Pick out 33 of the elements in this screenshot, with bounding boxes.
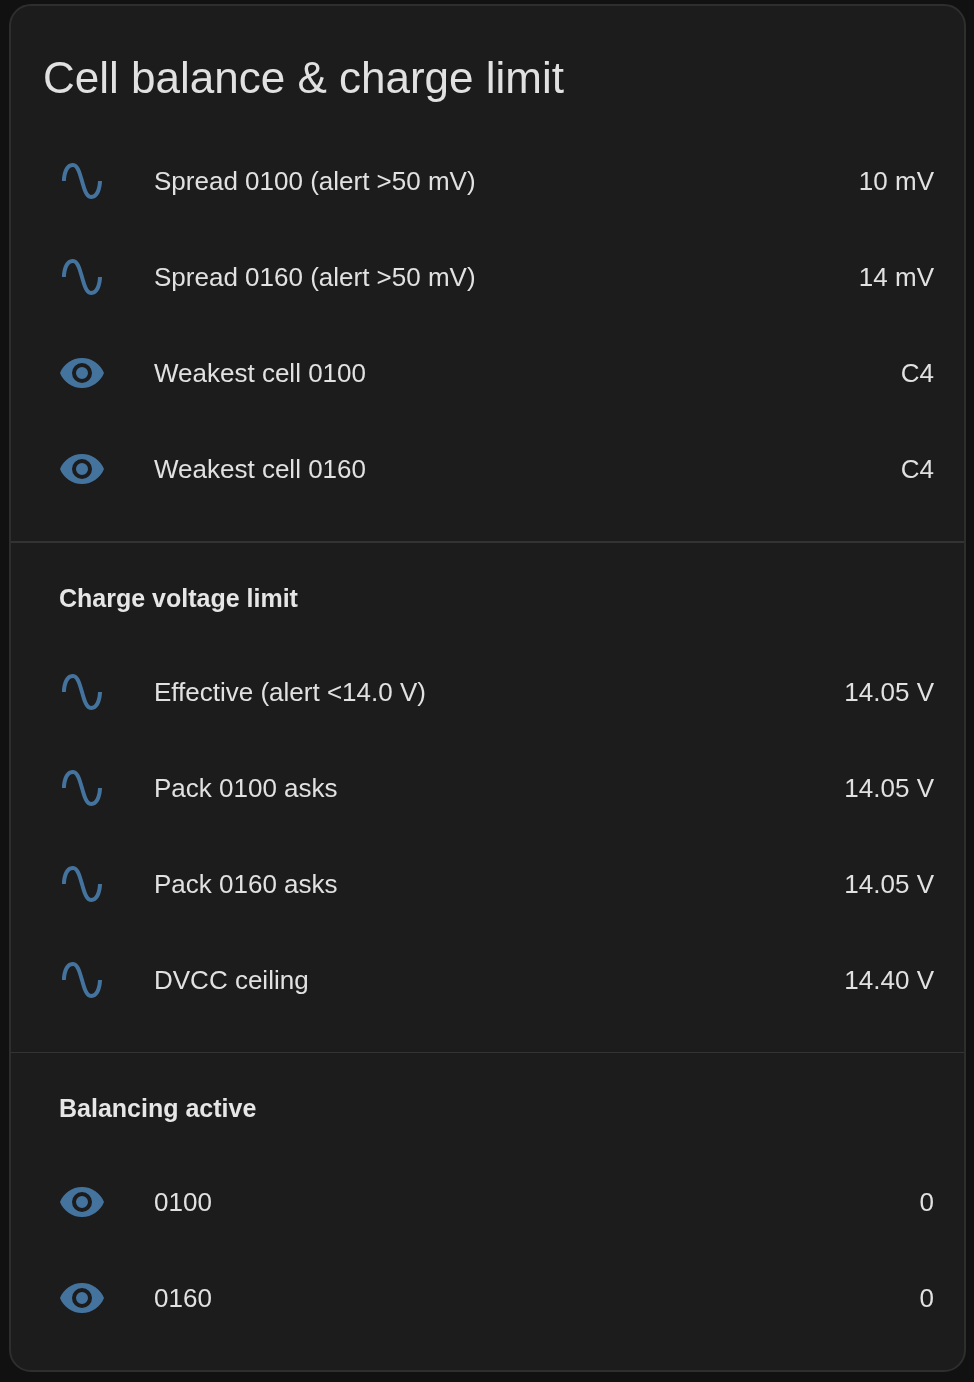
entity-name[interactable]: Weakest cell 0160: [154, 453, 366, 485]
entity-name[interactable]: Spread 0100 (alert >50 mV): [154, 165, 476, 197]
section-header: Balancing active: [59, 1093, 257, 1124]
entity-value: 14.05 V: [844, 771, 934, 804]
entity-value: 14.05 V: [844, 867, 934, 900]
entity-name[interactable]: Spread 0160 (alert >50 mV): [154, 261, 476, 293]
sine-wave-icon: [62, 163, 102, 199]
entity-value: 14.40 V: [844, 963, 934, 996]
entity-value: 14 mV: [858, 261, 934, 293]
entity-value: 0: [919, 1186, 934, 1218]
entity-value: 14.05 V: [844, 675, 934, 708]
entity-name[interactable]: 0100: [154, 1186, 212, 1218]
section-header: Charge voltage limit: [59, 582, 298, 614]
entity-name[interactable]: Pack 0100 asks: [154, 771, 338, 804]
sine-wave-icon: [62, 259, 102, 295]
entity-value: 10 mV: [858, 165, 934, 197]
entity-name[interactable]: Pack 0160 asks: [154, 867, 338, 900]
entity-name[interactable]: Weakest cell 0100: [154, 357, 366, 389]
sine-wave-icon: [62, 673, 102, 710]
sine-wave-icon: [62, 769, 102, 806]
entity-value: C4: [900, 453, 934, 485]
entity-name[interactable]: DVCC ceiling: [154, 963, 309, 996]
entity-value: 0: [919, 1282, 934, 1314]
eye-icon: [60, 1187, 104, 1217]
entity-name[interactable]: Effective (alert <14.0 V): [154, 675, 426, 708]
sine-wave-icon: [62, 865, 102, 902]
eye-icon: [60, 1283, 104, 1313]
sine-wave-icon: [62, 961, 102, 998]
entity-name[interactable]: 0160: [154, 1282, 212, 1314]
card-title: Cell balance & charge limit: [43, 52, 564, 104]
eye-icon: [60, 454, 104, 484]
eye-icon: [60, 358, 104, 388]
entity-value: C4: [900, 357, 934, 389]
